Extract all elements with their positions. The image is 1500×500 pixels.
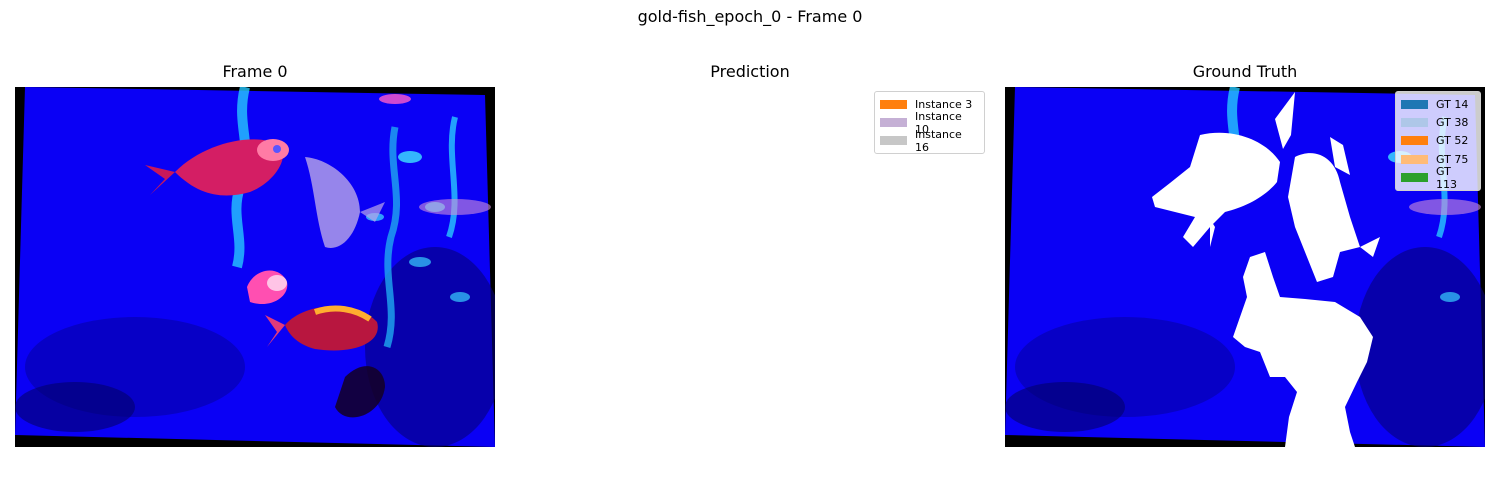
prediction-legend: Instance 3 Instance 10 Instance 16 — [874, 91, 985, 155]
figure-title: gold-fish_epoch_0 - Frame 0 — [637, 7, 863, 26]
ground-truth-legend: GT 14 GT 38 GT 52 GT 75 GT 113 — [1395, 91, 1481, 191]
legend-swatch — [880, 99, 907, 109]
legend-label: GT 14 — [1436, 97, 1469, 111]
legend-swatch — [1401, 99, 1428, 109]
legend-swatch — [880, 136, 907, 146]
aquarium-frame-image — [15, 87, 495, 447]
legend-swatch — [1401, 118, 1428, 128]
frame-image — [15, 87, 495, 447]
ground-truth-legend-item: GT 38 — [1401, 113, 1475, 131]
legend-label: GT 113 — [1436, 164, 1457, 191]
legend-swatch — [880, 118, 907, 128]
prediction-legend-item: Instance 16 — [880, 128, 979, 154]
frame-panel-title: Frame 0 — [222, 62, 288, 81]
ground-truth-legend-item: GT 14 — [1401, 95, 1475, 113]
legend-label: Instance 16 — [915, 127, 962, 154]
prediction-panel-title: Prediction — [710, 62, 790, 81]
legend-swatch — [1401, 154, 1428, 164]
legend-label: GT 52 — [1436, 134, 1469, 148]
legend-swatch — [1401, 173, 1428, 183]
legend-label: GT 38 — [1436, 116, 1469, 130]
ground-truth-legend-item: GT 52 — [1401, 132, 1475, 150]
legend-swatch — [1401, 136, 1428, 146]
ground-truth-legend-item: GT 113 — [1401, 165, 1475, 191]
ground-truth-panel-title: Ground Truth — [1192, 62, 1298, 81]
